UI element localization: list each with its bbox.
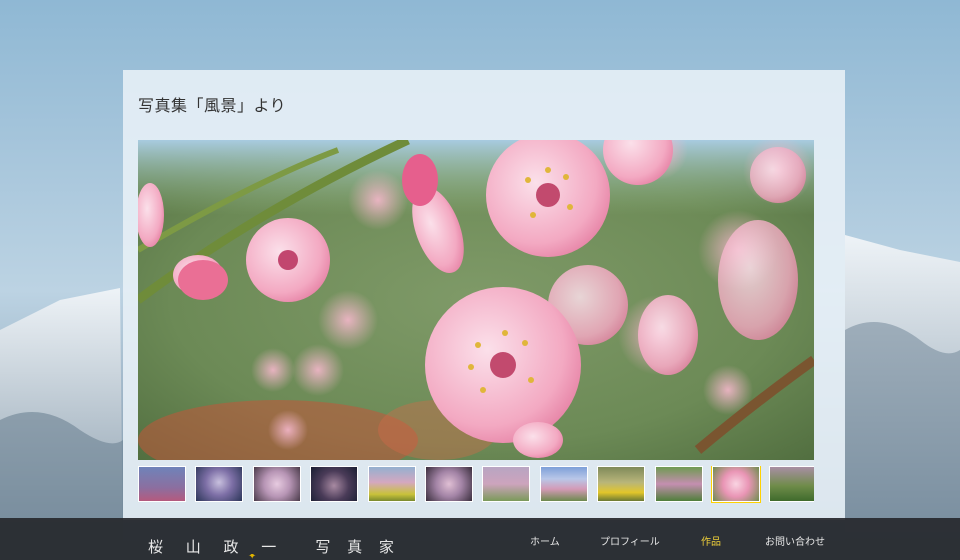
- nav-item-works[interactable]: 作品: [701, 533, 721, 548]
- gallery-panel: 写真集「風景」より: [123, 70, 845, 520]
- thumbnail[interactable]: [424, 466, 473, 502]
- thumbnail[interactable]: [367, 466, 416, 502]
- thumbnail[interactable]: [482, 466, 531, 502]
- thumbnail[interactable]: [539, 466, 588, 502]
- thumbnail[interactable]: [597, 466, 646, 502]
- brand-name: 桜 山 政 一: [148, 538, 286, 556]
- brand: 桜 山 政 一写 真 家: [148, 536, 400, 557]
- panel-title: 写真集「風景」より: [138, 96, 287, 115]
- nav-item-profile[interactable]: プロフィール: [600, 533, 660, 548]
- brand-role: 写 真 家: [315, 538, 400, 556]
- nav-item-home[interactable]: ホーム: [530, 533, 560, 548]
- thumbnail[interactable]: [769, 466, 814, 502]
- logo-mark-icon: ✦: [248, 554, 257, 560]
- thumbnail[interactable]: [138, 466, 186, 502]
- thumbnail[interactable]: [310, 466, 359, 502]
- thumbnail-active[interactable]: [711, 466, 760, 502]
- site-footer: 桜 山 政 一 写 真 家 ✦ ホーム プロフィール 作品 お問い合わせ: [0, 518, 960, 560]
- nav-item-contact[interactable]: お問い合わせ: [765, 533, 825, 548]
- thumbnail[interactable]: [654, 466, 703, 502]
- thumbnail[interactable]: [252, 466, 301, 502]
- thumbnail-strip[interactable]: [138, 466, 814, 504]
- main-photo[interactable]: [138, 140, 814, 460]
- thumbnail[interactable]: [195, 466, 244, 502]
